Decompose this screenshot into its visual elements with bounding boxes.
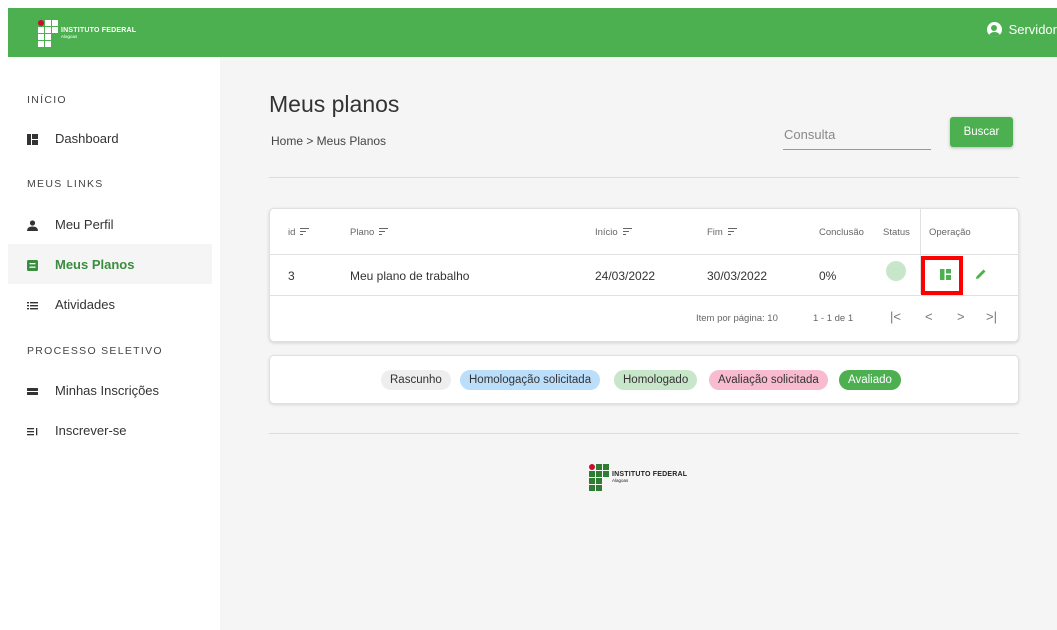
first-page-button[interactable]: |<	[890, 309, 901, 324]
sidebar-item-dashboard[interactable]: Dashboard	[8, 118, 212, 158]
legend-chip-homologado: Homologado	[614, 370, 698, 390]
user-menu-button[interactable]: Servidor	[986, 22, 1057, 37]
sidebar-item-label: Dashboard	[55, 130, 119, 146]
last-page-button[interactable]: >|	[986, 309, 997, 324]
legend-chip-rascunho: Rascunho	[381, 370, 451, 390]
dashboard-icon	[27, 133, 38, 145]
search-input[interactable]	[783, 120, 931, 150]
column-header-plano[interactable]: Plano	[350, 227, 389, 238]
sort-icon	[379, 228, 389, 237]
status-indicator	[886, 261, 906, 281]
plans-table: id Plano Início Fim Conclusão Status Ope…	[269, 208, 1019, 342]
divider	[269, 177, 1019, 178]
cell-plano: Meu plano de trabalho	[350, 269, 470, 283]
divider	[269, 433, 1019, 434]
sidebar-item-minhas-inscricoes[interactable]: Minhas Inscrições	[8, 370, 212, 410]
legend-chip-avaliado: Avaliado	[839, 370, 901, 390]
plan-icon	[27, 259, 38, 271]
sidebar-item-inscrever-se[interactable]: Inscrever-se	[8, 410, 212, 450]
cell-fim: 30/03/2022	[707, 269, 768, 283]
sidebar-item-meus-planos[interactable]: Meus Planos	[8, 244, 212, 284]
logo-mark-icon	[38, 20, 58, 47]
list-icon	[27, 299, 38, 310]
prev-page-button[interactable]: <	[925, 309, 933, 324]
sidebar-item-label: Meus Planos	[55, 256, 135, 272]
search-button[interactable]: Buscar	[950, 117, 1013, 147]
breadcrumb[interactable]: Home > Meus Planos	[271, 134, 386, 148]
account-circle-icon	[986, 22, 1002, 37]
logo-mark-icon	[589, 464, 609, 491]
view-plan-icon[interactable]	[940, 267, 951, 280]
main-content: Meus planos Home > Meus Planos Buscar id…	[220, 57, 1057, 630]
items-per-page[interactable]: Item por página: 10	[696, 313, 778, 324]
sidebar: INÍCIO Dashboard MEUS LINKS Meu Perfil M…	[8, 57, 220, 630]
column-header-status: Status	[883, 227, 910, 238]
section-title-processo-seletivo: PROCESSO SELETIVO	[27, 345, 163, 357]
sidebar-item-label: Meu Perfil	[55, 216, 114, 232]
section-title-inicio: INÍCIO	[27, 94, 67, 106]
inscrever-icon	[27, 425, 38, 436]
sidebar-item-label: Minhas Inscrições	[55, 382, 160, 398]
page-title: Meus planos	[269, 91, 400, 117]
column-header-inicio[interactable]: Início	[595, 227, 632, 238]
column-header-id[interactable]: id	[288, 227, 310, 238]
column-header-fim[interactable]: Fim	[707, 227, 737, 238]
section-title-meus-links: MEUS LINKS	[27, 178, 104, 190]
user-label: Servidor	[1008, 22, 1057, 37]
logo-subtitle: Alagoas	[61, 34, 78, 40]
next-page-button[interactable]: >	[957, 309, 965, 324]
cell-inicio: 24/03/2022	[595, 269, 656, 283]
top-bar: INSTITUTO FEDERAL Alagoas Servidor	[8, 8, 1057, 57]
logo-title: INSTITUTO FEDERAL	[61, 27, 137, 35]
inscricoes-icon	[27, 385, 38, 396]
edit-pencil-icon[interactable]	[975, 267, 987, 279]
legend-chip-homologacao-solicitada: Homologação solicitada	[460, 370, 601, 390]
footer-logo: INSTITUTO FEDERAL Alagoas	[589, 464, 687, 491]
person-icon	[27, 219, 38, 231]
sort-icon	[622, 228, 632, 237]
cell-id: 3	[288, 269, 295, 283]
sort-icon	[727, 228, 737, 237]
footer-logo-subtitle: Alagoas	[612, 478, 629, 484]
column-header-operacao: Operação	[929, 227, 971, 238]
institute-logo[interactable]: INSTITUTO FEDERAL Alagoas	[38, 20, 136, 47]
sort-icon	[300, 228, 310, 237]
sidebar-item-meu-perfil[interactable]: Meu Perfil	[8, 204, 212, 244]
sidebar-item-label: Inscrever-se	[55, 422, 127, 438]
sidebar-item-atividades[interactable]: Atividades	[8, 284, 212, 324]
sidebar-item-label: Atividades	[55, 296, 115, 312]
cell-conclusao: 0%	[819, 269, 837, 283]
column-header-conclusao: Conclusão	[819, 227, 864, 238]
legend-chip-avaliacao-solicitada: Avaliação solicitada	[709, 370, 828, 390]
pagination-range: 1 - 1 de 1	[813, 313, 854, 324]
footer-logo-title: INSTITUTO FEDERAL	[612, 471, 688, 479]
status-legend: Rascunho Homologação solicitada Homologa…	[269, 355, 1019, 404]
